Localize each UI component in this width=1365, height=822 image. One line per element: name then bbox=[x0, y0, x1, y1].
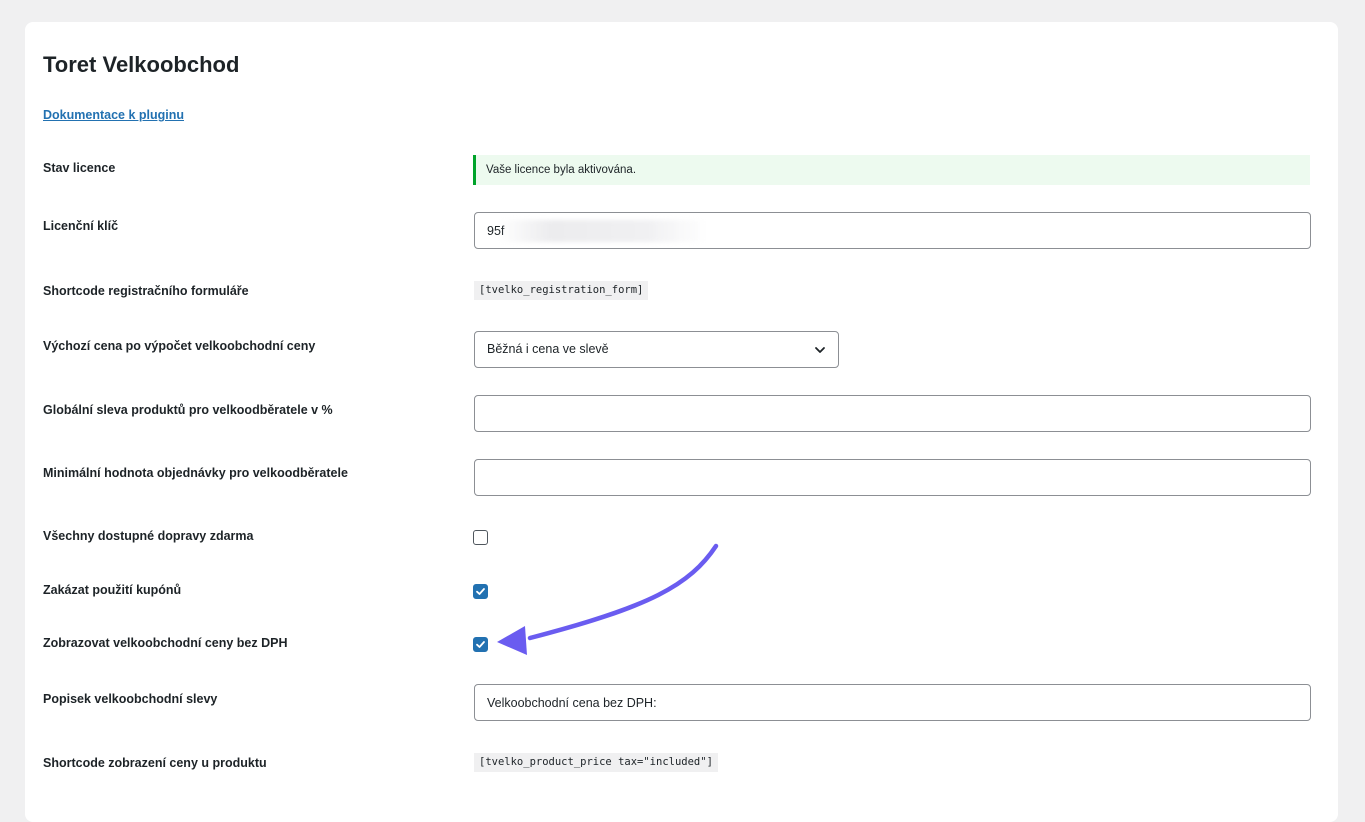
registration-shortcode-code: [tvelko_registration_form] bbox=[474, 281, 649, 300]
show-without-vat-label: Zobrazovat velkoobchodní ceny bez DPH bbox=[43, 636, 288, 650]
default-price-selected-value: Běžná i cena ve slevě bbox=[487, 342, 609, 356]
registration-shortcode-label: Shortcode registračního formuláře bbox=[43, 284, 249, 298]
product-price-shortcode-label: Shortcode zobrazení ceny u produktu bbox=[43, 756, 267, 770]
chevron-down-icon bbox=[815, 347, 825, 353]
product-price-shortcode-code: [tvelko_product_price tax="included"] bbox=[474, 753, 718, 772]
license-status-notice: Vaše licence byla aktivována. bbox=[473, 155, 1310, 185]
redaction-blur bbox=[498, 220, 708, 242]
checkmark-icon bbox=[476, 641, 485, 648]
license-key-label: Licenční klíč bbox=[43, 219, 119, 233]
global-discount-input[interactable] bbox=[474, 395, 1311, 432]
discount-label-label: Popisek velkoobchodní slevy bbox=[43, 692, 218, 706]
license-status-label: Stav licence bbox=[43, 161, 116, 175]
free-shipping-checkbox[interactable] bbox=[473, 530, 488, 545]
min-order-label: Minimální hodnota objednávky pro velkood… bbox=[43, 466, 348, 480]
checkmark-icon bbox=[476, 588, 485, 595]
free-shipping-label: Všechny dostupné dopravy zdarma bbox=[43, 529, 254, 543]
disable-coupons-checkbox[interactable] bbox=[473, 584, 488, 599]
show-without-vat-checkbox[interactable] bbox=[473, 637, 488, 652]
global-discount-label: Globální sleva produktů pro velkoodběrat… bbox=[43, 403, 333, 417]
page-title: Toret Velkoobchod bbox=[43, 52, 240, 77]
default-price-label: Výchozí cena po výpočet velkoobchodní ce… bbox=[43, 339, 316, 353]
disable-coupons-label: Zakázat použití kupónů bbox=[43, 583, 182, 597]
min-order-input[interactable] bbox=[474, 459, 1311, 496]
default-price-select[interactable]: Běžná i cena ve slevě bbox=[474, 331, 839, 368]
discount-label-input[interactable] bbox=[474, 684, 1311, 721]
settings-card: Toret Velkoobchod Dokumentace k pluginu … bbox=[25, 22, 1338, 822]
documentation-link[interactable]: Dokumentace k pluginu bbox=[43, 108, 184, 122]
